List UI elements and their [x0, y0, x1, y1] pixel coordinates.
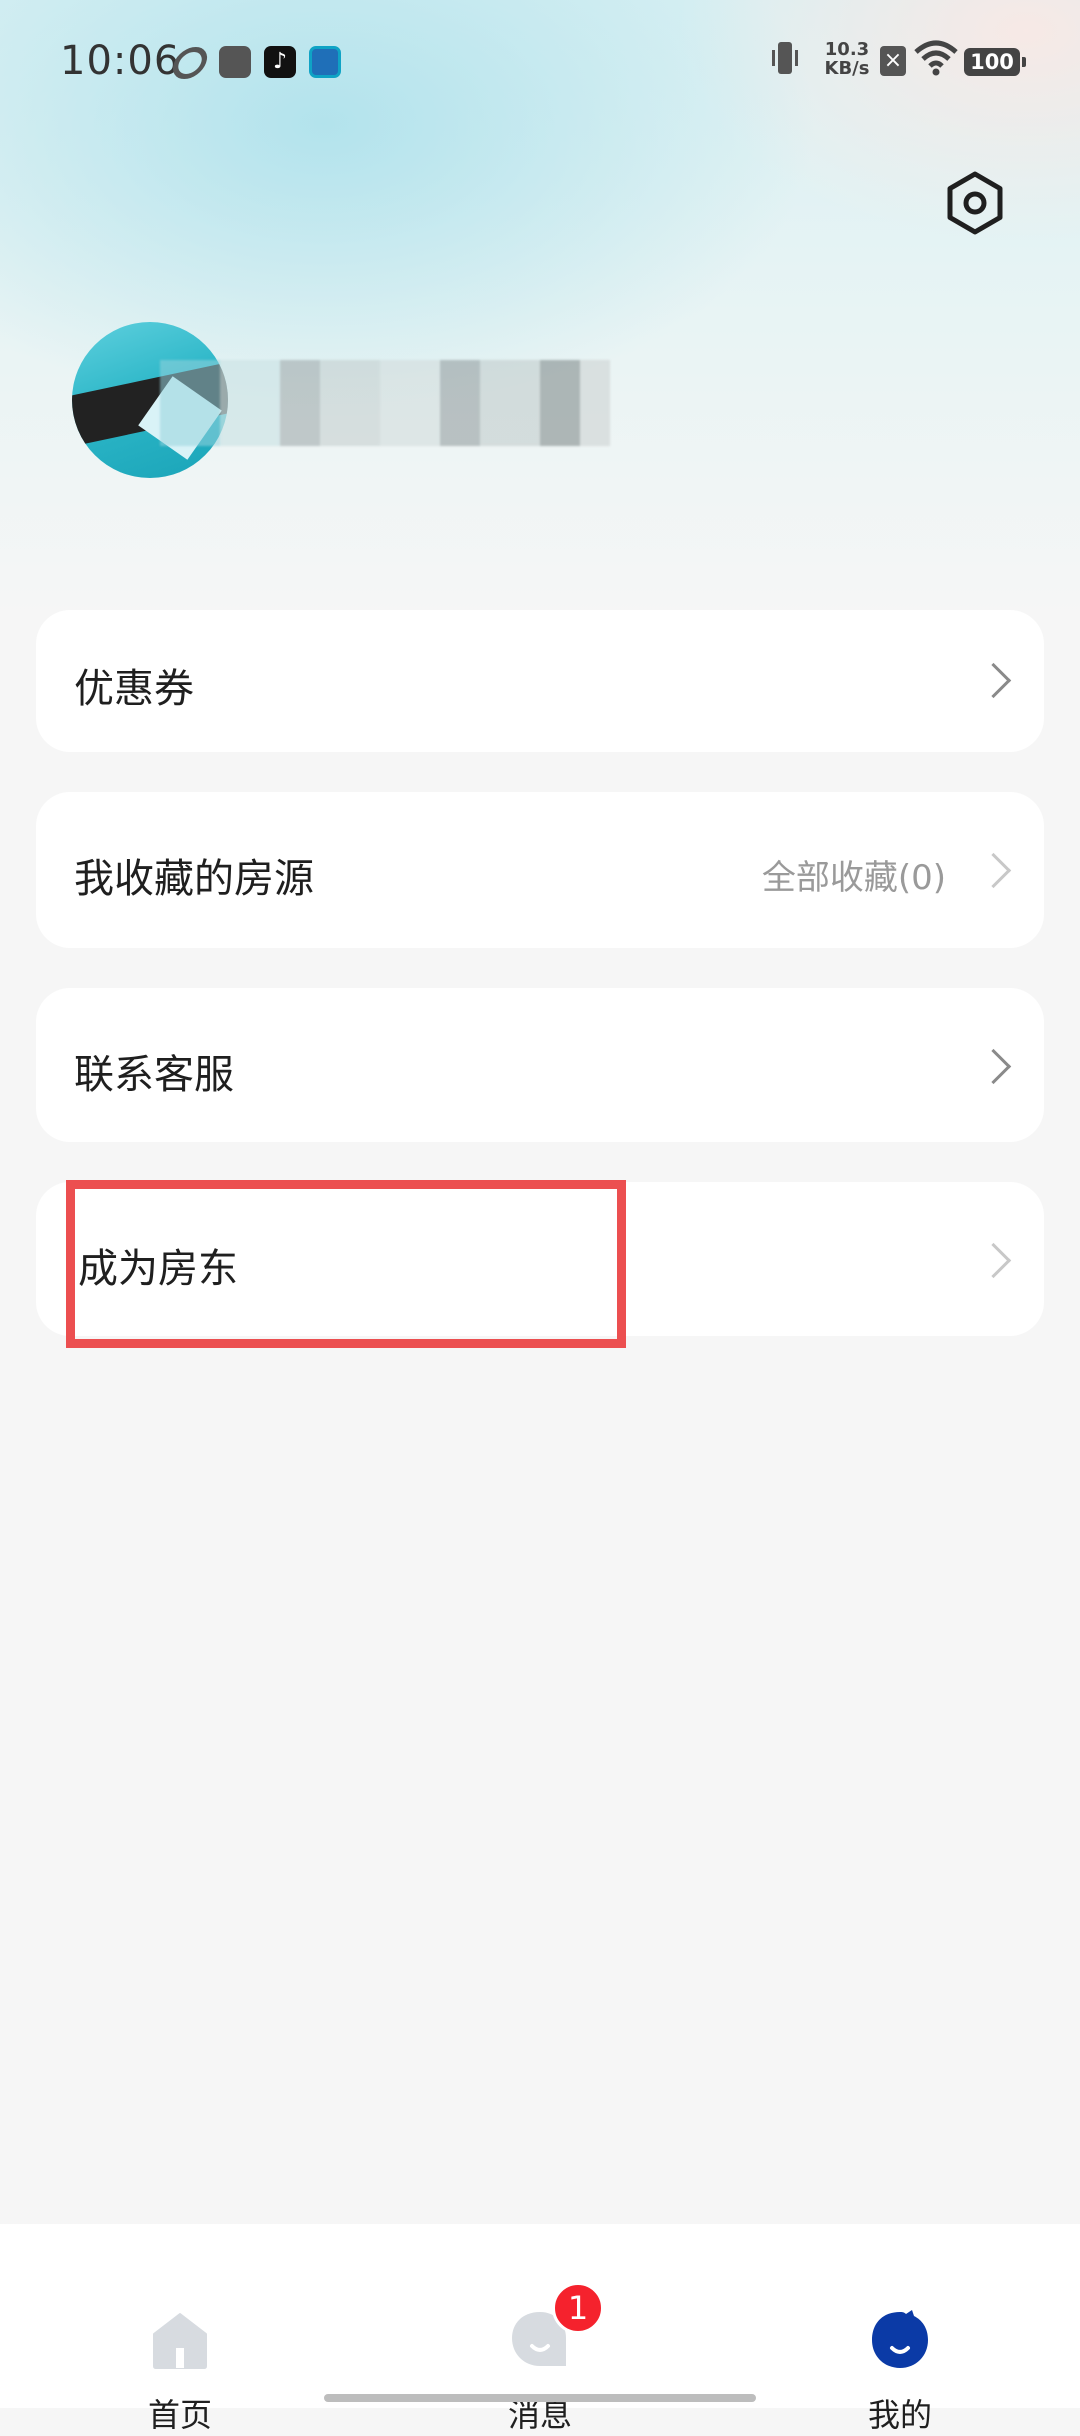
menu-item-support[interactable]: 联系客服	[36, 988, 1044, 1142]
bag-notification-icon	[219, 46, 251, 78]
chevron-right-icon	[975, 852, 1012, 889]
network-speed: 10.3 KB/s	[820, 40, 874, 80]
tab-mine[interactable]: 我的	[820, 2264, 980, 2434]
profile-icon	[872, 2310, 928, 2368]
menu-item-support-label: 联系客服	[74, 1052, 234, 1098]
status-time: 10:06	[60, 38, 181, 84]
tab-home-label: 首页	[147, 2396, 212, 2434]
network-speed-unit: KB/s	[824, 58, 870, 79]
home-indicator[interactable]	[324, 2394, 756, 2402]
vibrate-icon	[772, 40, 798, 78]
cc-notification-icon	[309, 46, 341, 78]
menu-item-coupons-label: 优惠券	[74, 666, 194, 712]
tiktok-notification-icon: ♪	[264, 46, 296, 78]
home-icon	[153, 2313, 207, 2369]
tab-home[interactable]: 首页	[100, 2264, 260, 2434]
settings-button[interactable]	[940, 168, 1010, 238]
highlight-box	[66, 1180, 626, 1348]
bottom-tab-bar: 首页 1 消息 我的	[0, 2224, 1080, 2434]
tab-messages[interactable]: 1 消息	[460, 2264, 620, 2434]
chevron-right-icon	[975, 1048, 1012, 1085]
menu-item-favorites[interactable]: 我收藏的房源 全部收藏(0)	[36, 792, 1044, 948]
no-sim-icon: ×	[880, 46, 906, 76]
chevron-right-icon	[975, 1242, 1012, 1279]
username-pixelated[interactable]	[160, 360, 610, 446]
status-bar: 10:06 ♪ 10.3 KB/s × 100	[0, 0, 1080, 130]
wifi-icon	[914, 40, 958, 76]
battery-icon: 100	[964, 48, 1026, 76]
menu-item-favorites-label: 我收藏的房源	[74, 856, 314, 902]
message-badge: 1	[552, 2282, 604, 2334]
chevron-right-icon	[975, 662, 1012, 699]
network-speed-value: 10.3	[824, 39, 870, 60]
menu-item-coupons[interactable]: 优惠券	[36, 610, 1044, 752]
tab-mine-label: 我的	[867, 2396, 932, 2434]
settings-icon	[947, 171, 1003, 235]
favorites-count: 全部收藏(0)	[761, 858, 946, 898]
